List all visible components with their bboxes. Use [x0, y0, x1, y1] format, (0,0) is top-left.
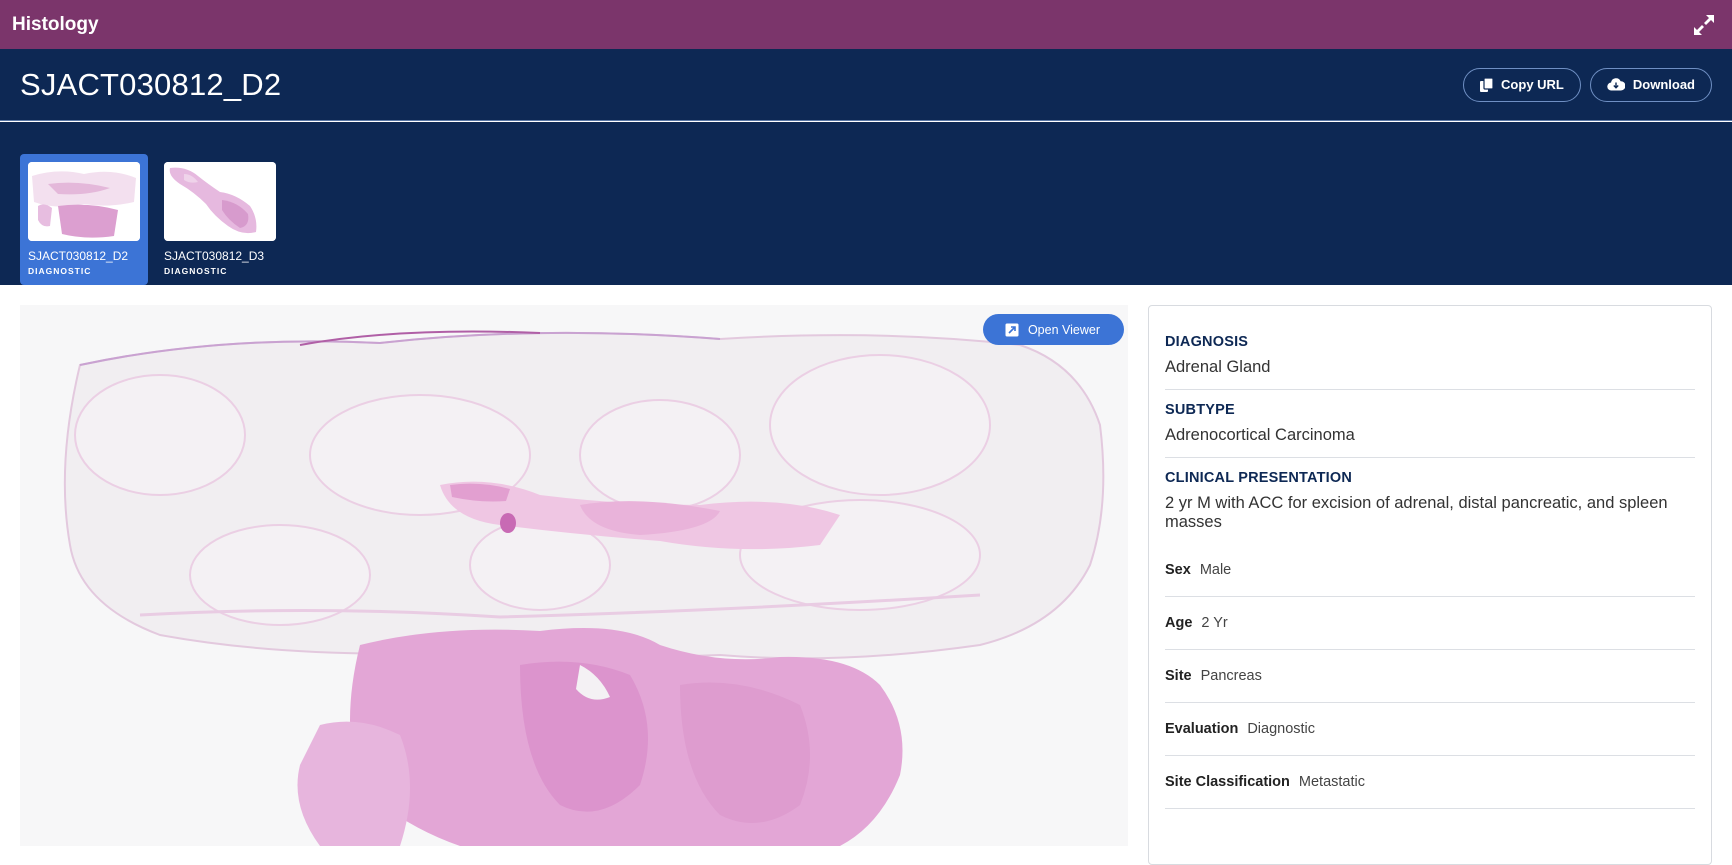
copy-url-label: Copy URL [1501, 77, 1564, 92]
copy-icon [1480, 77, 1494, 92]
detail-key: Evaluation [1165, 721, 1239, 737]
header-actions: Copy URL Download [1463, 67, 1712, 102]
detail-row-evaluation: Evaluation Diagnostic [1165, 703, 1695, 756]
clinical-presentation-label: CLINICAL PRESENTATION [1165, 470, 1353, 486]
detail-value: Diagnostic [1247, 721, 1316, 737]
detail-row-site-classification: Site Classification Metastatic [1165, 756, 1695, 809]
open-viewer-label: Open Viewer [1027, 322, 1100, 337]
detail-value: Metastatic [1298, 774, 1365, 790]
detail-value: 2 Yr [1201, 615, 1228, 631]
slide-details-panel: DIAGNOSIS Adrenal Gland SUBTYPE Adrenoco… [1148, 305, 1712, 865]
slide-thumbnail-image [28, 162, 140, 241]
diagnosis-value: Adrenal Gland [1165, 358, 1271, 376]
download-label: Download [1632, 77, 1695, 92]
subtype-label: SUBTYPE [1165, 402, 1235, 418]
expand-icon[interactable] [1690, 11, 1718, 39]
detail-row-age: Age 2 Yr [1165, 597, 1695, 650]
thumbnail-type: DIAGNOSTIC [28, 266, 92, 276]
detail-key: Sex [1165, 562, 1191, 578]
detail-key: Site Classification [1165, 774, 1290, 790]
clinical-presentation-section: CLINICAL PRESENTATION 2 yr M with ACC fo… [1165, 458, 1695, 544]
thumbnail-type: DIAGNOSTIC [164, 266, 228, 276]
detail-row-sex: Sex Male [1165, 544, 1695, 597]
histology-slide-image [20, 305, 1128, 846]
download-button[interactable]: Download [1589, 67, 1712, 102]
clinical-presentation-value: 2 yr M with ACC for excision of adrenal,… [1165, 494, 1668, 531]
detail-key: Site [1165, 668, 1192, 684]
open-external-icon [1005, 323, 1019, 336]
page-title: SJACT030812_D2 [20, 66, 282, 102]
cloud-download-icon [1607, 78, 1625, 91]
copy-url-button[interactable]: Copy URL [1463, 67, 1581, 102]
subtype-value: Adrenocortical Carcinoma [1165, 426, 1355, 444]
detail-key: Age [1165, 615, 1193, 631]
detail-row-site: Site Pancreas [1165, 650, 1695, 703]
slide-thumbnail-d3[interactable]: SJACT030812_D3 DIAGNOSTIC [156, 154, 284, 285]
subtype-section: SUBTYPE Adrenocortical Carcinoma [1165, 390, 1695, 458]
detail-value: Pancreas [1200, 668, 1262, 684]
app-title: Histology [12, 13, 99, 35]
thumbnail-name: SJACT030812_D2 [28, 249, 129, 263]
diagnosis-label: DIAGNOSIS [1165, 334, 1249, 350]
diagnosis-section: DIAGNOSIS Adrenal Gland [1165, 326, 1695, 390]
slide-thumbnail-image [164, 162, 276, 241]
detail-value: Male [1199, 562, 1232, 578]
slide-preview[interactable]: Open Viewer [20, 305, 1128, 846]
slide-thumbnail-d2[interactable]: SJACT030812_D2 DIAGNOSTIC [20, 154, 148, 285]
app-bar: Histology [0, 0, 1732, 49]
slide-thumbnail-strip: SJACT030812_D2 DIAGNOSTIC SJACT030812_D3… [0, 122, 1732, 285]
open-viewer-button[interactable]: Open Viewer [982, 314, 1124, 345]
slide-header: SJACT030812_D2 Copy URL Download [0, 49, 1732, 121]
thumbnail-name: SJACT030812_D3 [164, 249, 265, 263]
